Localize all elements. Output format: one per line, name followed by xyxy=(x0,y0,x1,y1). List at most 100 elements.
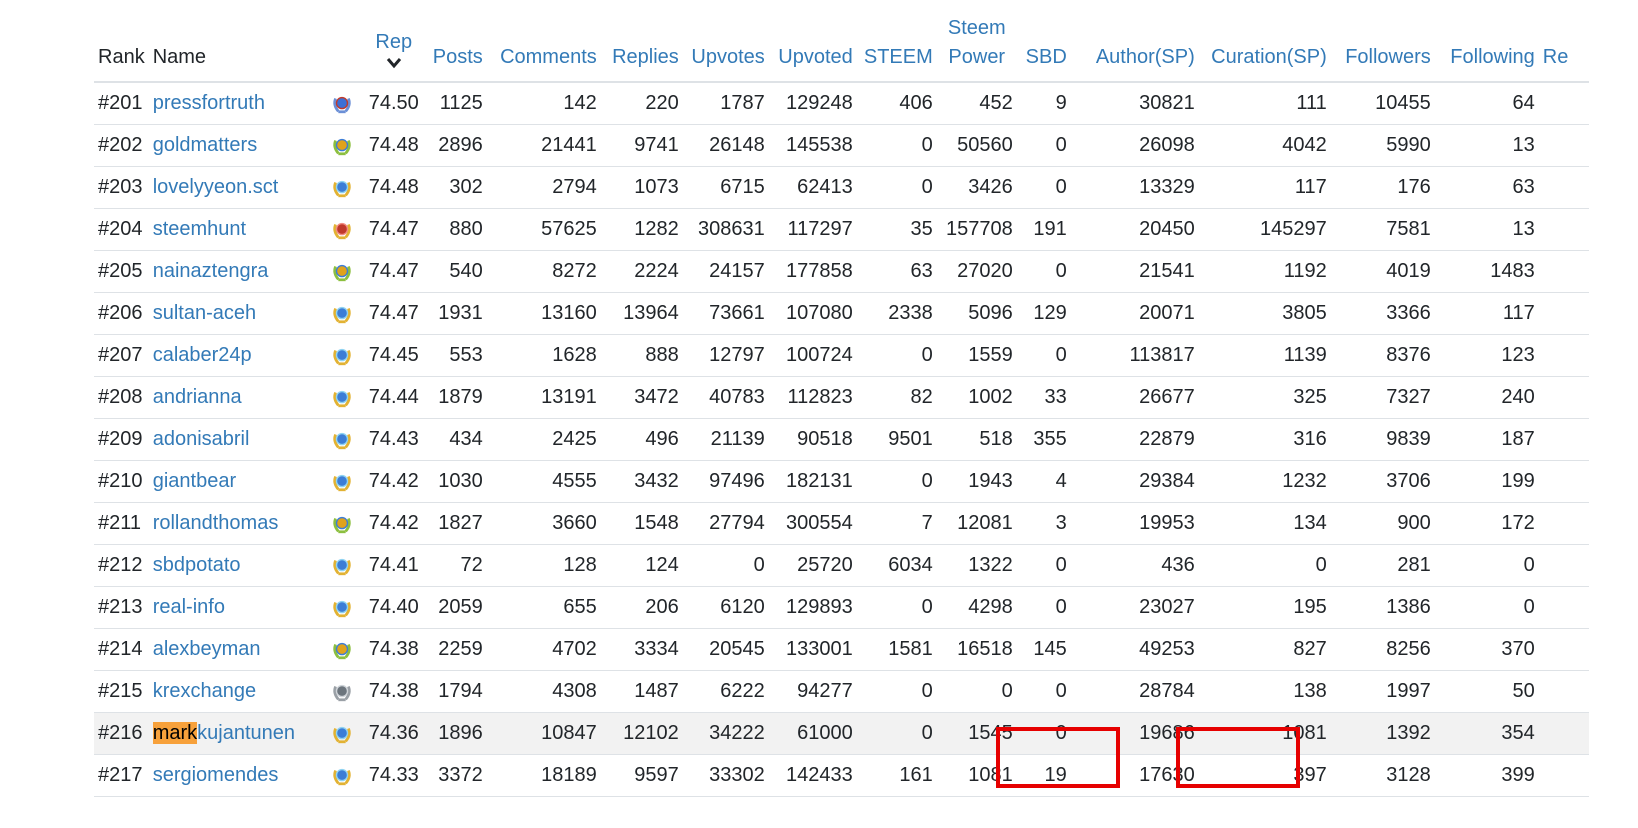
name-cell: lovelyyeon.sct xyxy=(148,166,327,209)
followers-cell: 7581 xyxy=(1330,208,1435,251)
rank-cell: #215 xyxy=(94,670,149,713)
replies-cell: 3472 xyxy=(600,376,683,419)
replies-cell: 9597 xyxy=(600,754,683,797)
user-link[interactable]: sultan-aceh xyxy=(153,302,256,324)
author-cell: 26098 xyxy=(1070,124,1199,167)
user-link[interactable]: goldmatters xyxy=(153,134,258,156)
header-posts[interactable]: Posts xyxy=(422,0,487,83)
laurel-gold-badge-icon xyxy=(333,264,351,281)
header-author-sp[interactable]: Author(SP) xyxy=(1070,0,1199,83)
richlist-table: Rank Name Rep Posts Comments Replies Upv… xyxy=(94,0,1589,797)
upvoted-cell: 62413 xyxy=(768,166,857,209)
user-link[interactable]: andrianna xyxy=(153,386,242,408)
comments-cell: 21441 xyxy=(486,124,601,167)
laurel-gold-badge-icon xyxy=(333,516,351,533)
following-cell: 172 xyxy=(1434,502,1539,545)
header-upvotes[interactable]: Upvotes xyxy=(682,0,769,83)
table-row: #214 alexbeyman 74.38 2259 4702 3334 20545 1330… xyxy=(94,628,1589,671)
user-link[interactable]: sergiomendes xyxy=(153,764,279,786)
table-row: #217 sergiomendes 74.33 3372 18189 9597 33302 1… xyxy=(94,754,1589,797)
upvotes-cell: 0 xyxy=(682,544,769,587)
re-cell xyxy=(1538,628,1589,671)
user-link[interactable]: adonisabril xyxy=(153,428,250,450)
header-steem-power[interactable]: Steem Power xyxy=(936,0,1017,83)
upvoted-cell: 129893 xyxy=(768,586,857,629)
steem-cell: 2338 xyxy=(856,292,937,335)
user-link[interactable]: steemhunt xyxy=(153,218,246,240)
header-upvoted[interactable]: Upvoted xyxy=(768,0,857,83)
posts-cell: 434 xyxy=(422,418,487,461)
header-curation-sp[interactable]: Curation(SP) xyxy=(1198,0,1331,83)
user-link[interactable]: rollandthomas xyxy=(153,512,279,534)
rep-cell: 74.43 xyxy=(364,418,423,461)
rank-cell: #206 xyxy=(94,292,149,335)
header-sbd[interactable]: SBD xyxy=(1016,0,1071,83)
comments-cell: 13160 xyxy=(486,292,601,335)
upvotes-cell: 33302 xyxy=(682,754,769,797)
comments-cell: 10847 xyxy=(486,712,601,755)
curation-cell: 397 xyxy=(1198,754,1331,797)
user-link[interactable]: markkujantunen xyxy=(152,722,295,744)
comments-cell: 57625 xyxy=(486,208,601,251)
header-followers[interactable]: Followers xyxy=(1330,0,1435,83)
upvotes-cell: 6222 xyxy=(682,670,769,713)
user-link[interactable]: sbdpotato xyxy=(153,554,241,576)
author-cell: 49253 xyxy=(1070,628,1199,671)
sp-cell: 0 xyxy=(936,670,1017,713)
sp-cell: 5096 xyxy=(936,292,1017,335)
badge-cell xyxy=(326,292,365,335)
curation-cell: 827 xyxy=(1198,628,1331,671)
steem-cell: 7 xyxy=(856,502,937,545)
sp-cell: 27020 xyxy=(936,250,1017,293)
re-cell xyxy=(1538,712,1589,755)
header-comments[interactable]: Comments xyxy=(486,0,601,83)
sbd-cell: 4 xyxy=(1016,460,1071,503)
user-link[interactable]: pressfortruth xyxy=(153,92,265,114)
comments-cell: 1628 xyxy=(486,334,601,377)
sp-cell: 1559 xyxy=(936,334,1017,377)
user-link[interactable]: calaber24p xyxy=(153,344,252,366)
user-link[interactable]: real-info xyxy=(153,596,225,618)
re-cell xyxy=(1538,754,1589,797)
following-cell: 123 xyxy=(1434,334,1539,377)
curation-cell: 1192 xyxy=(1198,250,1331,293)
sbd-cell: 0 xyxy=(1016,166,1071,209)
table-row: #203 lovelyyeon.sct 74.48 302 2794 1073 6715 62… xyxy=(94,166,1589,209)
badge-cell xyxy=(326,124,365,167)
header-replies[interactable]: Replies xyxy=(600,0,683,83)
steem-cell: 82 xyxy=(856,376,937,419)
laurel-blue-badge-icon xyxy=(333,726,351,743)
rank-cell: #210 xyxy=(94,460,149,503)
upvoted-cell: 300554 xyxy=(768,502,857,545)
name-cell: calaber24p xyxy=(148,334,327,377)
steem-cell: 6034 xyxy=(856,544,937,587)
author-cell: 21541 xyxy=(1070,250,1199,293)
header-following[interactable]: Following xyxy=(1434,0,1539,83)
followers-cell: 8376 xyxy=(1330,334,1435,377)
user-link[interactable]: nainaztengra xyxy=(153,260,269,282)
upvoted-cell: 61000 xyxy=(768,712,857,755)
rep-cell: 74.48 xyxy=(364,124,423,167)
posts-cell: 540 xyxy=(422,250,487,293)
steem-cell: 0 xyxy=(856,334,937,377)
following-cell: 0 xyxy=(1434,544,1539,587)
header-steem[interactable]: STEEM xyxy=(856,0,937,83)
replies-cell: 3334 xyxy=(600,628,683,671)
user-link[interactable]: alexbeyman xyxy=(153,638,261,660)
user-link[interactable]: giantbear xyxy=(153,470,236,492)
user-link[interactable]: krexchange xyxy=(153,680,256,702)
posts-cell: 1794 xyxy=(422,670,487,713)
steem-cell: 0 xyxy=(856,460,937,503)
sbd-cell: 355 xyxy=(1016,418,1071,461)
upvotes-cell: 73661 xyxy=(682,292,769,335)
author-cell: 23027 xyxy=(1070,586,1199,629)
posts-cell: 880 xyxy=(422,208,487,251)
user-link[interactable]: lovelyyeon.sct xyxy=(153,176,279,198)
curation-cell: 1232 xyxy=(1198,460,1331,503)
posts-cell: 2259 xyxy=(422,628,487,671)
upvoted-cell: 129248 xyxy=(768,82,857,125)
upvoted-cell: 107080 xyxy=(768,292,857,335)
header-rep[interactable]: Rep xyxy=(364,0,423,83)
rank-cell: #212 xyxy=(94,544,149,587)
header-re[interactable]: Re xyxy=(1538,0,1589,83)
